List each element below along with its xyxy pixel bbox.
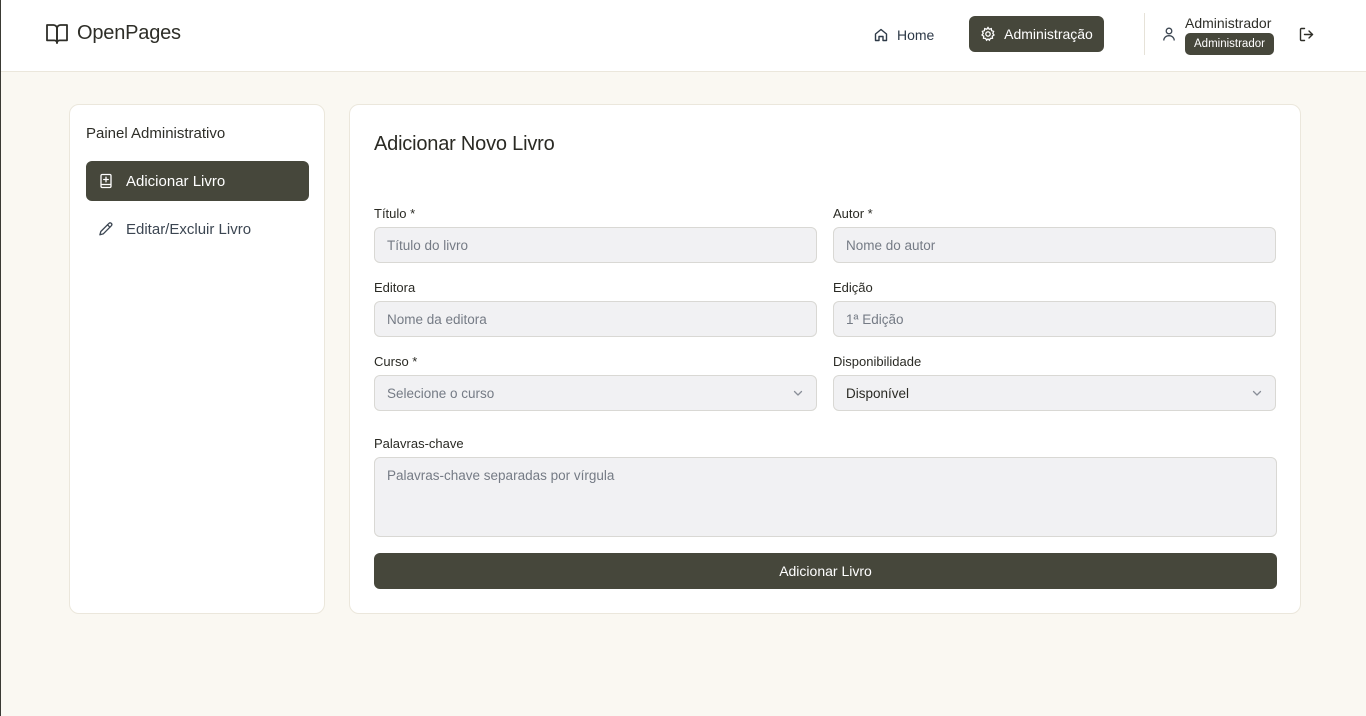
book-open-icon — [46, 23, 68, 44]
keywords-label: Palavras-chave — [374, 436, 464, 451]
chevron-down-icon — [1252, 390, 1262, 396]
title-label: Título * — [374, 206, 416, 221]
title-input[interactable] — [374, 227, 817, 263]
user-role-badge: Administrador — [1185, 33, 1274, 55]
pencil-icon — [99, 222, 113, 236]
page-title: Adicionar Novo Livro — [374, 133, 555, 155]
top-header: OpenPages Home Administração Administrad… — [1, 0, 1366, 72]
user-icon — [1163, 27, 1175, 41]
publisher-input[interactable] — [374, 301, 817, 337]
nav-admin-label: Administração — [1004, 26, 1093, 42]
edition-input[interactable] — [833, 301, 1276, 337]
availability-label: Disponibilidade — [833, 354, 922, 369]
sidebar-item-label: Adicionar Livro — [126, 172, 226, 190]
gear-icon — [981, 26, 996, 42]
course-label: Curso * — [374, 354, 418, 369]
nav-home-link[interactable]: Home — [861, 17, 946, 52]
user-name: Administrador — [1185, 15, 1272, 31]
nav-admin-button[interactable]: Administração — [969, 16, 1104, 52]
chevron-down-icon — [793, 390, 803, 396]
publisher-label: Editora — [374, 280, 416, 295]
sidebar-title: Painel Administrativo — [86, 125, 226, 142]
add-book-card: Adicionar Novo Livro Título * Autor * Ed… — [349, 104, 1301, 614]
author-label: Autor * — [833, 206, 873, 221]
add-book-submit-button[interactable]: Adicionar Livro — [374, 553, 1277, 589]
availability-select[interactable]: Disponível — [833, 375, 1276, 411]
availability-select-value: Disponível — [846, 385, 910, 401]
edition-label: Edição — [833, 280, 873, 295]
home-icon — [874, 28, 888, 41]
sidebar-item-add-book[interactable]: Adicionar Livro — [86, 161, 309, 201]
header-divider — [1144, 13, 1145, 55]
keywords-textarea[interactable] — [374, 457, 1277, 537]
brand-name: OpenPages — [77, 22, 181, 44]
course-select-placeholder: Selecione o curso — [387, 385, 495, 401]
course-select[interactable]: Selecione o curso — [374, 375, 817, 411]
author-input[interactable] — [833, 227, 1276, 263]
sidebar-item-edit-book[interactable]: Editar/Excluir Livro — [86, 209, 309, 249]
logout-icon[interactable] — [1298, 26, 1315, 43]
brand-logo[interactable]: OpenPages — [45, 22, 181, 45]
admin-sidebar: Painel Administrativo Adicionar Livro Ed… — [69, 104, 325, 614]
book-plus-icon — [100, 173, 112, 189]
nav-home-label: Home — [897, 26, 935, 43]
sidebar-item-label: Editar/Excluir Livro — [126, 220, 252, 238]
